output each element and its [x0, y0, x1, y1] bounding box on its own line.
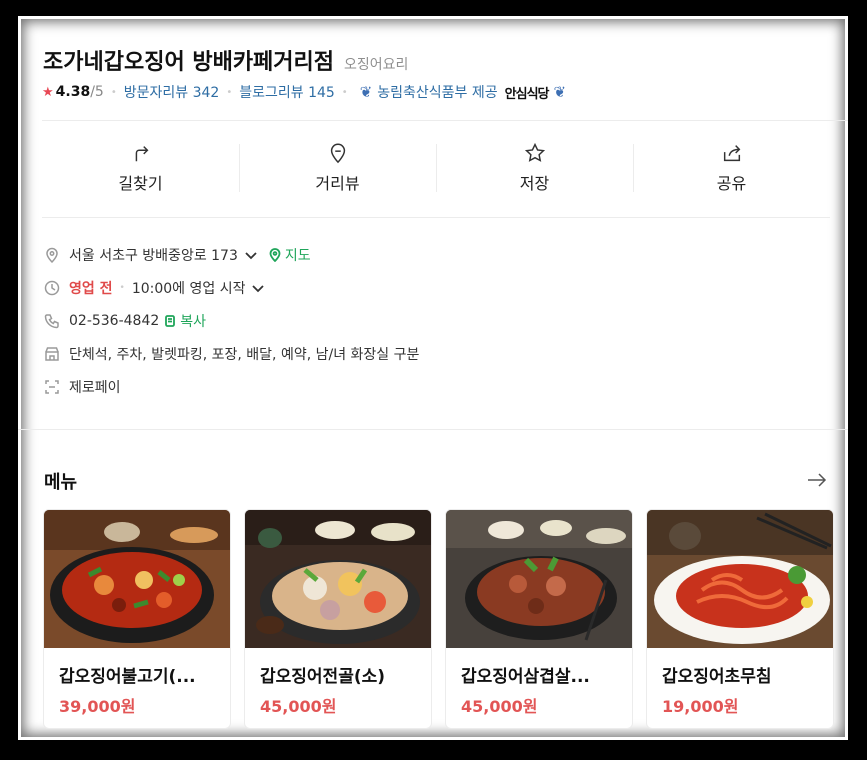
menu-item-name: 갑오징어삼겹살... — [461, 667, 590, 687]
menu-card[interactable]: 갑오징어초무침 19,000원 — [646, 509, 834, 729]
menu-photo-bulgogi — [44, 510, 230, 648]
share-icon — [723, 145, 740, 162]
directions-icon — [135, 146, 148, 162]
phone-number: 02-536-4842 — [69, 312, 160, 329]
map-link-label: 지도 — [284, 247, 311, 264]
award-badge: 안심식당 — [504, 86, 550, 102]
meta-row: ★ 4.38 /5 • 방문자리뷰 342 • 블로그리뷰 145 • ❦ 농림… — [42, 82, 571, 102]
safe-restaurant-award[interactable]: ❦ 농림축산식품부 제공 안심식당 ❦ — [355, 82, 571, 102]
chevron-down-icon[interactable] — [251, 281, 265, 295]
directions-button[interactable]: 길찾기 — [42, 136, 239, 200]
star-icon: ★ — [42, 84, 54, 100]
section-divider — [18, 429, 848, 430]
star-icon — [524, 142, 545, 162]
menu-card[interactable]: 갑오징어불고기(... 39,000원 — [43, 509, 231, 729]
menu-item-name: 갑오징어전골(소) — [260, 667, 386, 687]
menu-item-price: 45,000원 — [461, 697, 538, 716]
arrow-right-icon[interactable] — [806, 471, 828, 489]
map-link[interactable]: 지도 — [268, 245, 311, 265]
menu-item-price: 45,000원 — [260, 697, 337, 716]
copy-button[interactable]: 복사 — [163, 311, 206, 331]
phone-icon — [44, 313, 59, 328]
address-text: 서울 서초구 방배중앙로 173 — [69, 247, 238, 264]
hours-row: 영업 전 • 10:00에 영업 시작 — [44, 271, 419, 304]
menu-card[interactable]: 갑오징어전골(소) 45,000원 — [244, 509, 432, 729]
chevron-down-icon[interactable] — [244, 248, 258, 262]
copy-icon — [165, 314, 176, 327]
menu-item-price: 39,000원 — [59, 697, 136, 716]
map-pin-icon — [269, 247, 281, 262]
menu-list: 갑오징어불고기(... 39,000원 갑오징어전골(소) 45,000원 갑오… — [43, 509, 834, 729]
menu-card[interactable]: 갑오징어삼겹살... 45,000원 — [445, 509, 633, 729]
separator-dot: • — [119, 282, 125, 293]
street-view-button[interactable]: 거리뷰 — [239, 136, 436, 200]
separator-dot: • — [110, 86, 117, 98]
menu-photo-pork-belly — [446, 510, 632, 648]
action-bar: 길찾기 거리뷰 저장 공유 — [42, 136, 830, 200]
directions-label: 길찾기 — [118, 174, 163, 193]
amenities-row: 단체석, 주차, 발렛파킹, 포장, 배달, 예약, 남/녀 화장실 구분 — [44, 337, 419, 370]
clock-icon — [44, 280, 60, 295]
blog-reviews-link[interactable]: 블로그리뷰 145 — [239, 82, 335, 102]
place-category: 오징어요리 — [344, 57, 409, 73]
copy-label: 복사 — [180, 313, 207, 330]
menu-item-price: 19,000원 — [662, 697, 739, 716]
store-icon — [45, 346, 59, 361]
award-provider: 농림축산식품부 제공 — [377, 85, 498, 101]
share-button[interactable]: 공유 — [633, 136, 830, 200]
place-title: 조가네갑오징어 방배카페거리점 — [43, 50, 335, 75]
street-view-label: 거리뷰 — [315, 174, 360, 193]
separator-dot: • — [341, 86, 348, 98]
open-status: 영업 전 — [69, 280, 113, 297]
location-pin-icon — [330, 143, 345, 164]
divider — [42, 217, 830, 218]
payment-row: 제로페이 — [44, 370, 419, 403]
payment-text: 제로페이 — [69, 379, 121, 396]
title-row: 조가네갑오징어 방배카페거리점 오징어요리 — [43, 44, 408, 76]
menu-item-name: 갑오징어초무침 — [662, 667, 772, 687]
share-label: 공유 — [716, 174, 747, 193]
rating-value: 4.38 — [55, 84, 91, 100]
scan-icon — [45, 379, 59, 394]
separator-dot: • — [226, 86, 233, 98]
location-pin-icon — [46, 247, 58, 263]
window-frame: 조가네갑오징어 방배카페거리점 오징어요리 ★ 4.38 /5 • 방문자리뷰 … — [0, 0, 867, 760]
address-row: 서울 서초구 방배중앙로 173 지도 — [44, 238, 419, 271]
amenities-text: 단체석, 주차, 발렛파킹, 포장, 배달, 예약, 남/녀 화장실 구분 — [69, 346, 420, 363]
info-section: 서울 서초구 방배중앙로 173 지도 영업 전 • 10:00에 영업 시작 … — [44, 238, 419, 403]
visitor-reviews-link[interactable]: 방문자리뷰 342 — [124, 82, 220, 102]
laurel-left-icon: ❦ — [359, 83, 373, 101]
save-label: 저장 — [519, 174, 550, 193]
rating-max: /5 — [90, 84, 104, 100]
place-panel: 조가네갑오징어 방배카페거리점 오징어요리 ★ 4.38 /5 • 방문자리뷰 … — [18, 16, 848, 740]
phone-row: 02-536-4842 복사 — [44, 304, 419, 337]
menu-photo-muchim — [647, 510, 833, 648]
hours-text: 10:00에 영업 시작 — [131, 280, 246, 297]
menu-item-name: 갑오징어불고기(... — [59, 667, 196, 687]
divider — [42, 120, 848, 121]
save-button[interactable]: 저장 — [436, 136, 633, 200]
laurel-right-icon: ❦ — [553, 83, 567, 101]
menu-photo-hotpot — [245, 510, 431, 648]
menu-heading: 메뉴 — [44, 472, 78, 493]
